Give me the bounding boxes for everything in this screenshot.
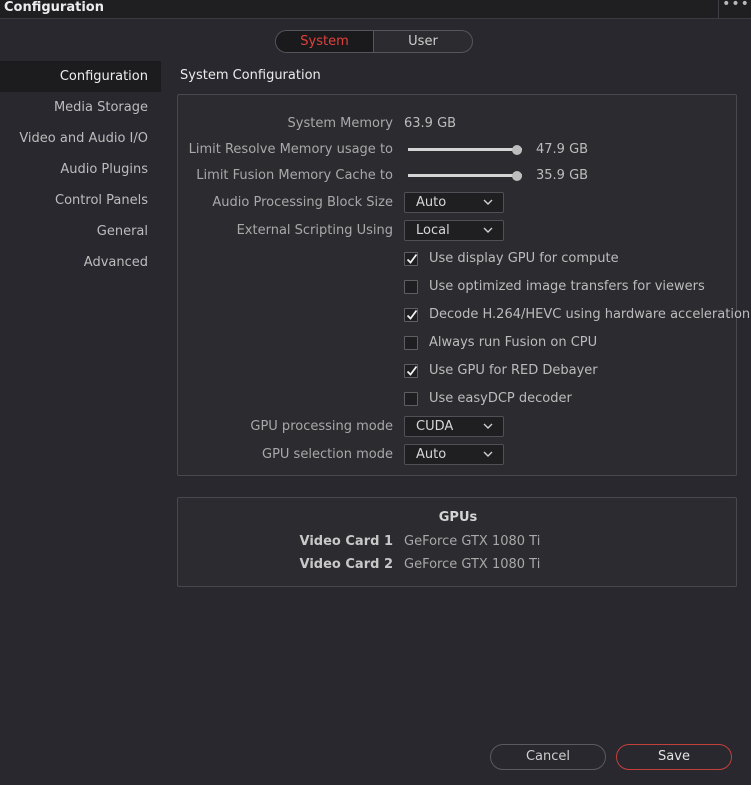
title-divider <box>718 0 719 19</box>
checkbox-label: Use display GPU for compute <box>429 251 619 266</box>
system-memory-value: 63.9 GB <box>404 116 457 131</box>
video-card-1-label: Video Card 1 <box>299 534 393 549</box>
resolve-memory-value: 47.9 GB <box>536 142 589 157</box>
fusion-cache-slider-handle[interactable] <box>512 171 522 181</box>
video-card-2-value: GeForce GTX 1080 Ti <box>404 557 541 572</box>
cancel-button[interactable]: Cancel <box>490 744 606 770</box>
audio-block-size-dropdown[interactable]: Auto <box>404 192 504 213</box>
title-bar: Configuration ••• <box>0 0 751 19</box>
checkbox-decode-hw-acceleration[interactable] <box>404 308 418 322</box>
save-button[interactable]: Save <box>616 744 732 770</box>
gpu-processing-mode-dropdown[interactable]: CUDA <box>404 416 504 437</box>
gpu-processing-mode-label: GPU processing mode <box>250 419 393 434</box>
fusion-cache-value: 35.9 GB <box>536 168 589 183</box>
checkbox-fusion-on-cpu[interactable] <box>404 336 418 350</box>
gpus-title: GPUs <box>438 510 478 525</box>
checkmark-icon <box>406 253 418 264</box>
checkmark-icon <box>406 309 418 320</box>
chevron-down-icon <box>483 423 493 429</box>
gpu-selection-mode-value: Auto <box>416 447 447 462</box>
checkbox-label: Decode H.264/HEVC using hardware acceler… <box>429 307 751 322</box>
gpu-selection-mode-dropdown[interactable]: Auto <box>404 444 504 465</box>
tab-user[interactable]: User <box>374 31 472 52</box>
sidebar: Configuration Media Storage Video and Au… <box>0 61 161 278</box>
sidebar-item-media-storage[interactable]: Media Storage <box>0 92 161 123</box>
sidebar-item-video-audio-io[interactable]: Video and Audio I/O <box>0 123 161 154</box>
checkbox-label: Use GPU for RED Debayer <box>429 363 598 378</box>
checkbox-label: Always run Fusion on CPU <box>429 335 598 350</box>
sidebar-item-advanced[interactable]: Advanced <box>0 247 161 278</box>
checkbox-optimized-image-transfers[interactable] <box>404 280 418 294</box>
video-card-2-label: Video Card 2 <box>299 557 393 572</box>
section-title: System Configuration <box>180 68 321 83</box>
checkmark-icon <box>406 365 418 376</box>
gpu-processing-mode-value: CUDA <box>416 419 454 434</box>
external-scripting-label: External Scripting Using <box>236 223 393 238</box>
audio-block-size-value: Auto <box>416 195 447 210</box>
external-scripting-value: Local <box>416 223 450 238</box>
chevron-down-icon <box>483 451 493 457</box>
chevron-down-icon <box>483 199 493 205</box>
gpu-selection-mode-label: GPU selection mode <box>262 447 393 462</box>
checkbox-display-gpu-compute[interactable] <box>404 252 418 266</box>
gpus-panel: GPUs Video Card 1 GeForce GTX 1080 Ti Vi… <box>177 497 737 587</box>
audio-block-size-label: Audio Processing Block Size <box>212 195 393 210</box>
sidebar-item-general[interactable]: General <box>0 216 161 247</box>
sidebar-item-audio-plugins[interactable]: Audio Plugins <box>0 154 161 185</box>
checkbox-label: Use optimized image transfers for viewer… <box>429 279 705 294</box>
checkbox-label: Use easyDCP decoder <box>429 391 572 406</box>
resolve-memory-slider-handle[interactable] <box>512 145 522 155</box>
resolve-memory-label: Limit Resolve Memory usage to <box>188 142 393 157</box>
fusion-cache-label: Limit Fusion Memory Cache to <box>196 168 393 183</box>
system-user-toggle: System User <box>275 30 473 53</box>
video-card-1-value: GeForce GTX 1080 Ti <box>404 534 541 549</box>
checkbox-easydcp-decoder[interactable] <box>404 392 418 406</box>
resolve-memory-slider[interactable] <box>408 148 522 151</box>
tab-system[interactable]: System <box>276 31 374 52</box>
fusion-cache-slider[interactable] <box>408 174 522 177</box>
checkbox-gpu-red-debayer[interactable] <box>404 364 418 378</box>
more-options-icon[interactable]: ••• <box>722 0 750 12</box>
window-title: Configuration <box>4 0 104 15</box>
external-scripting-dropdown[interactable]: Local <box>404 220 504 241</box>
system-memory-label: System Memory <box>287 116 393 131</box>
system-configuration-panel: System Memory 63.9 GB Limit Resolve Memo… <box>177 94 750 476</box>
chevron-down-icon <box>483 227 493 233</box>
sidebar-item-control-panels[interactable]: Control Panels <box>0 185 161 216</box>
sidebar-item-configuration[interactable]: Configuration <box>0 61 161 92</box>
